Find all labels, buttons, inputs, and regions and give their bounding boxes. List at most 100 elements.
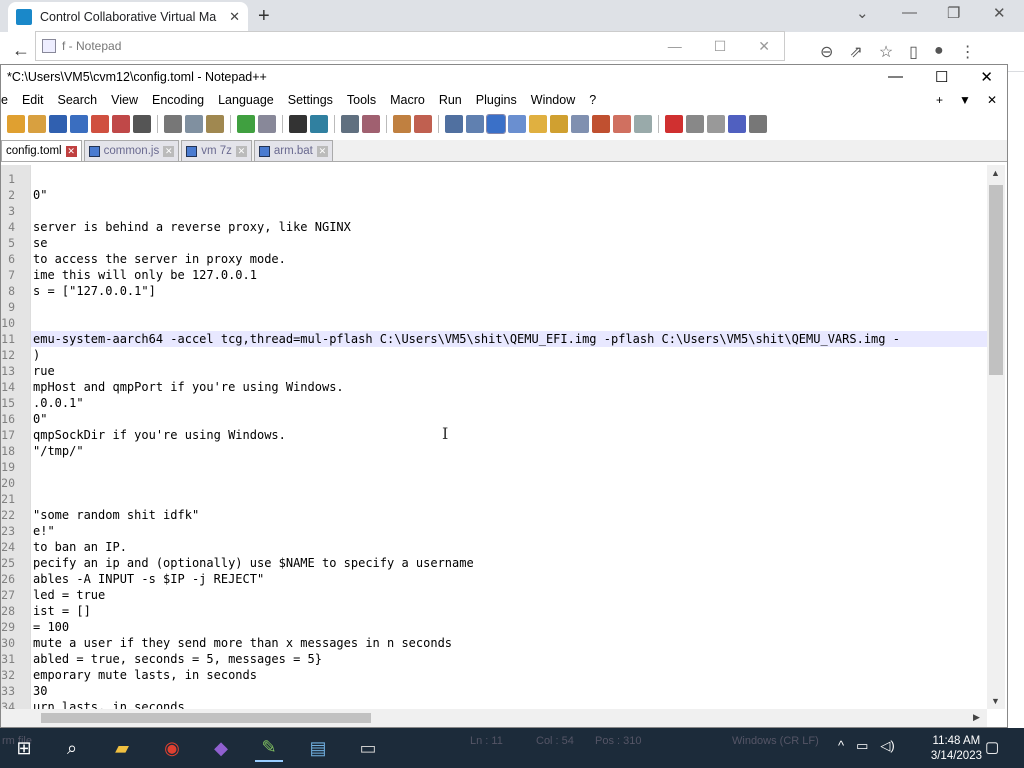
code-line[interactable]: ) [33,347,40,363]
code-line[interactable]: ist = [] [33,603,91,619]
network-icon[interactable]: ▭ [856,738,868,754]
code-line[interactable]: 0" [33,411,47,427]
code-line[interactable]: urn lasts, in seconds [33,699,185,709]
code-line[interactable]: mpHost and qmpPort if you're using Windo… [33,379,344,395]
close-tab-icon[interactable]: ✕ [229,9,240,25]
user-language-icon[interactable] [508,115,526,133]
code-line[interactable]: 0" [33,187,47,203]
code-line[interactable]: qmpSockDir if you're using Windows. [33,427,286,443]
browser-tab[interactable]: Control Collaborative Virtual Ma ✕ [8,2,248,32]
indent-guide-icon[interactable] [486,114,506,134]
tab-close-icon[interactable]: ✕ [163,145,175,157]
replace-icon[interactable] [310,115,328,133]
code-line[interactable]: pecify an ip and (optionally) use $NAME … [33,555,474,571]
profile-avatar-icon[interactable]: ● [934,42,944,62]
doc-map-icon[interactable] [529,115,547,133]
play-macro-icon[interactable] [707,115,725,133]
scroll-right-icon[interactable]: ▶ [973,712,980,723]
menu-window[interactable]: Window [524,93,582,107]
code-line[interactable]: e!" [33,523,55,539]
menu-tools[interactable]: Tools [340,93,383,107]
code-line[interactable]: emu-system-aarch64 -accel tcg,thread=mul… [33,331,900,347]
preview-icon[interactable] [634,115,652,133]
tab-arm-bat[interactable]: arm.bat ✕ [253,140,333,161]
back-arrow-icon[interactable]: ← [12,40,30,61]
code-line[interactable]: abled = true, seconds = 5, messages = 5} [33,651,322,667]
npp-maximize-button[interactable]: ☐ [935,68,948,86]
code-line[interactable]: rue [33,363,55,379]
record-macro-icon[interactable] [665,115,683,133]
save-macro-icon[interactable] [749,115,767,133]
bookmark-star-icon[interactable]: ☆ [879,42,893,62]
npp-minimize-button[interactable]: — [888,68,903,86]
menu-language[interactable]: Language [211,93,281,107]
code-line[interactable]: mute a user if they send more than x mes… [33,635,452,651]
run-macro-multiple-icon[interactable] [728,115,746,133]
new-document-icon[interactable]: + [936,93,943,107]
scroll-down-icon[interactable]: ▼ [991,696,1000,706]
tab-close-icon[interactable]: ✕ [316,145,328,157]
menu-edit[interactable]: Edit [15,93,51,107]
document-list-icon[interactable]: ▼ [959,93,971,107]
menu-settings[interactable]: Settings [281,93,340,107]
tray-overflow-icon[interactable]: ^ [838,738,844,754]
find-icon[interactable] [289,115,307,133]
open-file-icon[interactable] [28,115,46,133]
menu-search[interactable]: Search [51,93,105,107]
menu-macro[interactable]: Macro [383,93,432,107]
tab-close-icon[interactable]: ✕ [65,145,77,157]
tab-vm-7z[interactable]: vm 7z ✕ [181,140,252,161]
tab-config-toml[interactable]: config.toml ✕ [1,140,82,161]
close-file-icon[interactable] [91,115,109,133]
notepadpp-taskbar-icon[interactable]: ✎ [255,734,283,762]
code-line[interactable]: to access the server in proxy mode. [33,251,286,267]
visual-studio-icon[interactable]: ◆ [207,734,235,762]
print-icon[interactable] [133,115,151,133]
code-line[interactable]: se [33,235,47,251]
menu-view[interactable]: View [104,93,145,107]
notification-icon[interactable]: ▢ [985,738,999,756]
undo-icon[interactable] [237,115,255,133]
minimize-button[interactable]: — [902,4,917,21]
zoom-icon[interactable]: ⊖ [820,42,833,62]
function-list-icon[interactable] [550,115,568,133]
tab-search-icon[interactable]: ⌄ [856,4,869,22]
npp-close-button[interactable]: ✕ [980,68,993,86]
monitoring-icon[interactable] [592,115,610,133]
tab-common-js[interactable]: common.js ✕ [83,140,180,161]
start-windows-icon[interactable]: ⊞ [10,734,38,762]
vertical-scroll-thumb[interactable] [989,185,1003,375]
new-file-icon[interactable] [7,115,25,133]
more-menu-icon[interactable]: ⋮ [960,42,976,62]
code-line[interactable]: "some random shit idfk" [33,507,199,523]
editor-area[interactable]: 1 2 0" 3 4 server is behind a reverse proxy, … [1,165,987,709]
copy-icon[interactable] [185,115,203,133]
notepad-window[interactable]: f - Notepad — ☐ ✕ [35,31,785,61]
notepad-close-button[interactable]: ✕ [758,38,770,55]
taskbar-clock[interactable]: 11:48 AM 3/14/2023 [931,734,982,764]
code-line[interactable]: emporary mute lasts, in seconds [33,667,257,683]
sync-vertical-icon[interactable] [393,115,411,133]
paste-icon[interactable] [206,115,224,133]
panel-icon[interactable] [613,115,631,133]
search-icon[interactable]: ⌕ [58,734,86,762]
scroll-up-icon[interactable]: ▲ [991,168,1000,178]
chrome-icon[interactable]: ◉ [158,734,186,762]
tab-close-icon[interactable]: ✕ [235,145,247,157]
code-line[interactable]: led = true [33,587,105,603]
code-line[interactable]: to ban an IP. [33,539,127,555]
zoom-out-icon[interactable] [362,115,380,133]
redo-icon[interactable] [258,115,276,133]
code-line[interactable]: 30 [33,683,47,699]
code-line[interactable]: server is behind a reverse proxy, like N… [33,219,351,235]
notepad-maximize-button[interactable]: ☐ [714,38,727,55]
code-line[interactable]: "/tmp/" [33,443,84,459]
terminal-icon[interactable]: ▭ [354,734,382,762]
save-icon[interactable] [49,115,67,133]
sync-horizontal-icon[interactable] [414,115,432,133]
code-line[interactable]: s = ["127.0.0.1"] [33,283,156,299]
word-wrap-icon[interactable] [445,115,463,133]
volume-icon[interactable]: ◁) [880,738,894,754]
stop-macro-icon[interactable] [686,115,704,133]
menu-run[interactable]: Run [432,93,469,107]
